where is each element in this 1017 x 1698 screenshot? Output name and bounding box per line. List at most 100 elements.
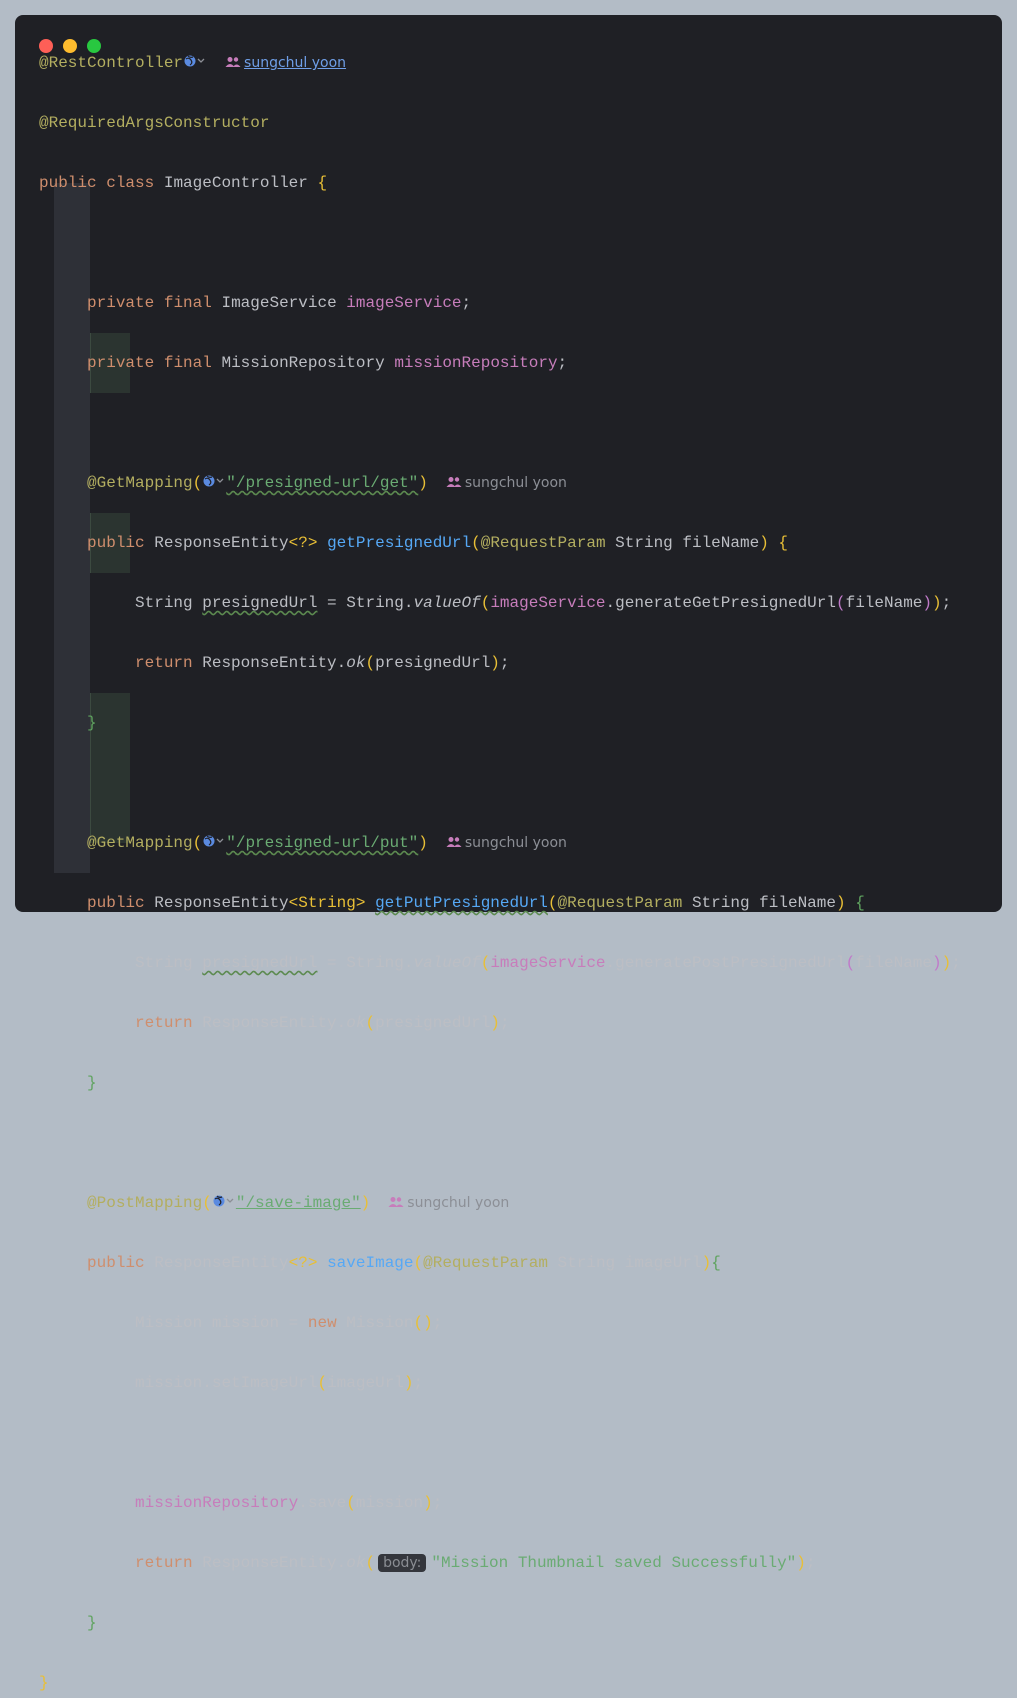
annotation-rest-controller: @RestController bbox=[39, 54, 184, 72]
author-name: sungchul yoon bbox=[407, 1195, 510, 1211]
annotation-get-mapping: @GetMapping bbox=[87, 474, 193, 492]
people-icon bbox=[388, 1189, 404, 1207]
code-line-17: return ResponseEntity.ok(presignedUrl); bbox=[135, 1014, 510, 1032]
type-name: ResponseEntity bbox=[154, 534, 289, 552]
annotation-required-args: @RequiredArgsConstructor bbox=[39, 114, 270, 132]
generic: <?> bbox=[288, 1254, 318, 1272]
code-line-11: return ResponseEntity.ok(presignedUrl); bbox=[135, 654, 510, 672]
code-line-25: missionRepository.save(mission); bbox=[135, 1494, 443, 1512]
type-name: ResponseEntity bbox=[154, 894, 289, 912]
author-name[interactable]: sungchul yoon bbox=[244, 55, 346, 71]
author-inlay[interactable]: sungchul yoon bbox=[446, 835, 567, 851]
code-line-5: private final ImageService imageService; bbox=[87, 294, 472, 312]
field-name: imageService bbox=[490, 954, 606, 972]
brace: } bbox=[87, 1074, 97, 1092]
url-path-string[interactable]: "/save-image" bbox=[236, 1194, 361, 1212]
param-name: fileName bbox=[682, 534, 760, 552]
type-name: String bbox=[691, 894, 750, 912]
generic: <?> bbox=[288, 534, 318, 552]
globe-icon[interactable] bbox=[202, 473, 226, 489]
field-name: imageService bbox=[490, 594, 606, 612]
code-line-15: public ResponseEntity<String> getPutPres… bbox=[87, 894, 865, 912]
field-name: missionRepository bbox=[135, 1494, 299, 1512]
author-inlay[interactable]: sungchul yoon bbox=[388, 1195, 509, 1211]
local-var: mission bbox=[211, 1314, 280, 1332]
keyword: return bbox=[135, 654, 193, 672]
method-call: save bbox=[307, 1494, 347, 1512]
code-line-22: Mission mission = new Mission(); bbox=[135, 1314, 443, 1332]
annotation-post-mapping: @PostMapping bbox=[87, 1194, 203, 1212]
people-icon bbox=[446, 469, 462, 487]
local-var: presignedUrl bbox=[202, 594, 318, 612]
globe-icon[interactable] bbox=[202, 833, 226, 849]
code-line-6: private final MissionRepository missionR… bbox=[87, 354, 568, 372]
globe-icon[interactable] bbox=[212, 1193, 236, 1209]
param-name: imageUrl bbox=[327, 1374, 404, 1392]
globe-icon[interactable] bbox=[183, 53, 207, 69]
author-inlay[interactable]: sungchul yoon bbox=[446, 475, 567, 491]
keyword: class bbox=[106, 174, 155, 192]
type-name: ImageService bbox=[221, 294, 337, 312]
local-var: presignedUrl bbox=[375, 654, 491, 672]
method-call: generateGetPresignedUrl bbox=[615, 594, 836, 612]
code-line-20: @PostMapping("/save-image") sungchul yoon bbox=[39, 1188, 961, 1218]
local-var: mission bbox=[135, 1374, 203, 1392]
type-name: String bbox=[557, 1254, 616, 1272]
keyword: new bbox=[307, 1314, 337, 1332]
code-line-23: mission.setImageUrl(imageUrl); bbox=[135, 1374, 424, 1392]
method-name[interactable]: getPresignedUrl bbox=[327, 534, 471, 552]
string-literal: "Mission Thumbnail saved Successfully" bbox=[431, 1554, 797, 1572]
type-name: ResponseEntity bbox=[202, 1014, 337, 1032]
code-editor[interactable]: @RestController sungchul yoon @RequiredAr… bbox=[39, 48, 961, 1698]
local-var: presignedUrl bbox=[375, 1014, 491, 1032]
code-line-28: } bbox=[39, 1668, 961, 1698]
code-line-16: String presignedUrl = String.valueOf(ima… bbox=[135, 954, 961, 972]
keyword: final bbox=[163, 354, 212, 372]
annotation-request-param: @RequestParam bbox=[557, 894, 683, 912]
code-line-1: @RestController sungchul yoon bbox=[39, 48, 961, 78]
method-name[interactable]: getPutPresignedUrl bbox=[375, 894, 548, 912]
people-icon bbox=[225, 49, 241, 67]
static-method: valueOf bbox=[413, 594, 481, 612]
code-line-26: return ResponseEntity.ok(body: "Mission T… bbox=[135, 1554, 816, 1572]
type-name: String bbox=[346, 954, 404, 972]
type-name: String bbox=[346, 594, 404, 612]
code-line-12: } bbox=[39, 708, 961, 738]
keyword: final bbox=[163, 294, 212, 312]
annotation-request-param: @RequestParam bbox=[480, 534, 606, 552]
url-path-string[interactable]: "/presigned-url/get" bbox=[226, 474, 418, 492]
param-name: imageUrl bbox=[624, 1254, 702, 1272]
keyword: public bbox=[87, 894, 145, 912]
brace: { bbox=[778, 534, 789, 552]
keyword: private bbox=[87, 354, 155, 372]
static-method: ok bbox=[346, 1014, 366, 1032]
field-name: missionRepository bbox=[394, 354, 558, 372]
people-icon bbox=[446, 829, 462, 847]
code-line-14: @GetMapping("/presigned-url/put") sungchu… bbox=[39, 828, 961, 858]
type-name: ResponseEntity bbox=[202, 654, 337, 672]
parameter-hint: body: bbox=[378, 1554, 427, 1572]
type-name: String bbox=[615, 534, 673, 552]
type-name: MissionRepository bbox=[221, 354, 385, 372]
method-call: generatePostPresignedUrl bbox=[615, 954, 846, 972]
brace: { bbox=[711, 1254, 721, 1272]
brace: } bbox=[87, 714, 97, 732]
method-name[interactable]: saveImage bbox=[327, 1254, 413, 1272]
brace: } bbox=[87, 1614, 97, 1632]
author-name: sungchul yoon bbox=[464, 835, 567, 851]
type-name: String bbox=[135, 954, 193, 972]
url-path-string[interactable]: "/presigned-url/put" bbox=[226, 834, 418, 852]
static-method: valueOf bbox=[413, 954, 481, 972]
static-method: ok bbox=[346, 1554, 366, 1572]
static-method: ok bbox=[346, 654, 366, 672]
code-line-2: @RequiredArgsConstructor bbox=[39, 108, 961, 138]
keyword: public bbox=[39, 174, 97, 192]
param-name: fileName bbox=[845, 594, 923, 612]
author-inlay[interactable]: sungchul yoon bbox=[225, 55, 346, 71]
param-name: fileName bbox=[759, 894, 836, 912]
